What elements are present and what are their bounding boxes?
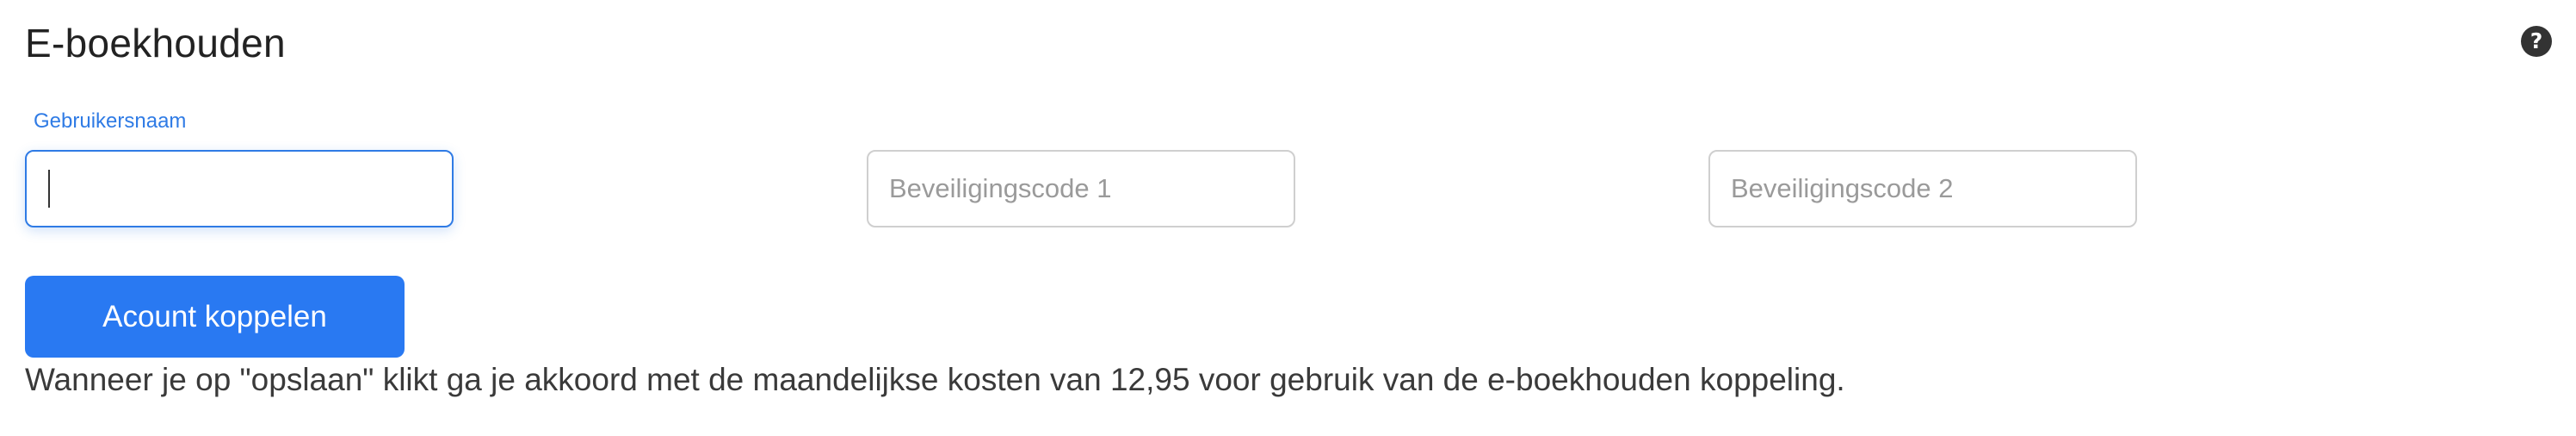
security-code-2-input[interactable] — [1708, 150, 2137, 227]
page-title: E-boekhouden — [25, 21, 286, 65]
username-input[interactable] — [25, 150, 454, 227]
question-circle-icon[interactable]: ? — [2521, 26, 2552, 57]
link-account-button[interactable]: Acount koppelen — [25, 276, 405, 358]
username-label: Gebruikersnaam — [34, 109, 187, 133]
cost-notice: Wanneer je op "opslaan" klikt ga je akko… — [25, 362, 1845, 397]
text-cursor — [48, 170, 50, 208]
security-code-1-input[interactable] — [867, 150, 1295, 227]
